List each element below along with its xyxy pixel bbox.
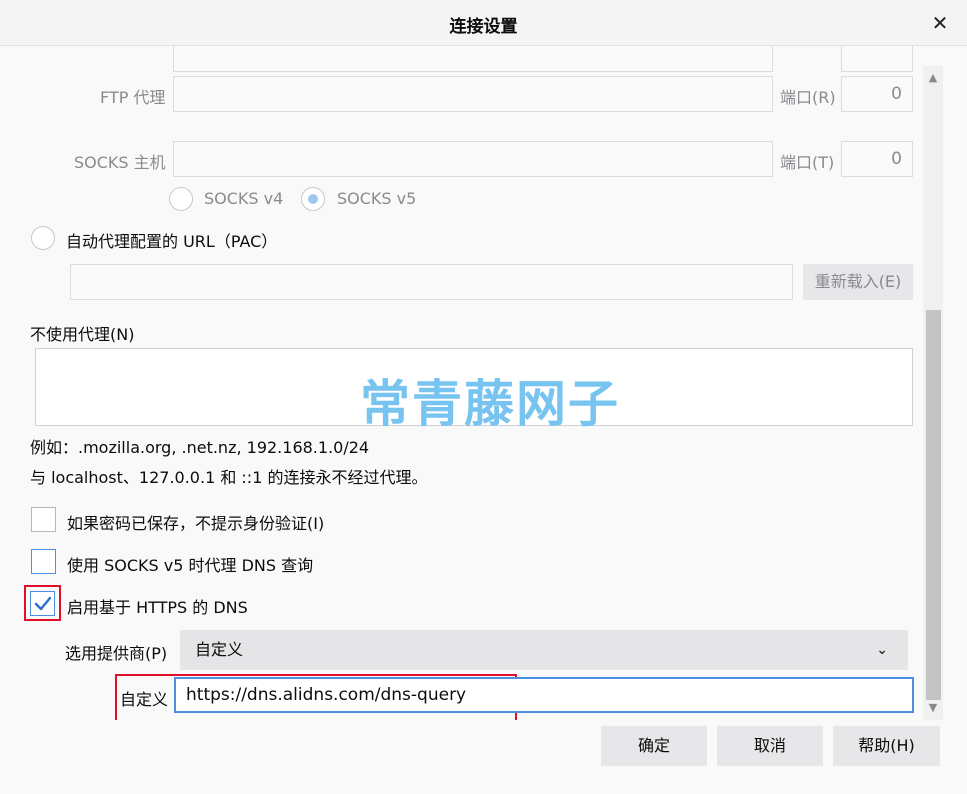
- reload-button[interactable]: 重新载入(E): [803, 264, 913, 300]
- socks-v5-radio[interactable]: [301, 187, 325, 211]
- dialog-title: 连接设置: [449, 17, 518, 37]
- custom-url-input[interactable]: https://dns.alidns.com/dns-query: [174, 677, 914, 713]
- scroll-down-icon[interactable]: ▼: [923, 698, 943, 718]
- pac-radio[interactable]: [31, 226, 55, 250]
- socks-dns-label: 使用 SOCKS v5 时代理 DNS 查询: [67, 556, 314, 575]
- close-icon[interactable]: ✕: [925, 8, 955, 38]
- scrollbar[interactable]: ▲ ▼: [923, 66, 943, 720]
- clipped-port-field: [841, 46, 913, 72]
- scroll-up-icon[interactable]: ▲: [923, 68, 943, 88]
- checkmark-icon: [34, 596, 52, 611]
- dialog-content: FTP 代理 端口(R) 0 SOCKS 主机 端口(T) 0 SOCKS v4…: [0, 46, 923, 720]
- socks-port-label: 端口(T): [780, 153, 835, 172]
- provider-selected-value: 自定义: [195, 640, 244, 659]
- socks-port-input[interactable]: 0: [841, 141, 913, 177]
- socks-v4-label: SOCKS v4: [204, 189, 284, 208]
- socks-v4-radio[interactable]: [169, 187, 193, 211]
- cancel-button[interactable]: 取消: [717, 726, 823, 766]
- ok-button[interactable]: 确定: [601, 726, 707, 766]
- save-password-label: 如果密码已保存，不提示身份验证(I): [67, 514, 325, 533]
- pac-label: 自动代理配置的 URL（PAC）: [66, 232, 278, 251]
- ftp-host-input[interactable]: [173, 76, 773, 112]
- socks-host-label: SOCKS 主机: [74, 153, 166, 172]
- provider-label: 选用提供商(P): [65, 644, 168, 663]
- scrollbar-thumb[interactable]: [926, 310, 941, 700]
- save-password-checkbox[interactable]: [31, 507, 56, 532]
- no-proxy-label: 不使用代理(N): [30, 325, 135, 344]
- custom-label: 自定义: [120, 690, 169, 709]
- watermark: 常青藤网子: [360, 375, 620, 433]
- pac-url-input[interactable]: [70, 264, 793, 300]
- ftp-port-input[interactable]: 0: [841, 76, 913, 112]
- connection-settings-dialog: 连接设置 ✕ FTP 代理 端口(R) 0 SOCKS 主机 端口(T) 0 S…: [0, 0, 967, 794]
- https-dns-checkbox[interactable]: [30, 591, 55, 616]
- ftp-proxy-label: FTP 代理: [100, 88, 166, 107]
- provider-select[interactable]: 自定义 ⌄: [180, 630, 908, 670]
- chevron-down-icon: ⌄: [876, 642, 888, 658]
- title-bar: 连接设置 ✕: [0, 0, 967, 46]
- help-button[interactable]: 帮助(H): [833, 726, 940, 766]
- no-proxy-note: 与 localhost、127.0.0.1 和 ::1 的连接永不经过代理。: [30, 468, 428, 487]
- socks-v5-label: SOCKS v5: [337, 189, 417, 208]
- socks-dns-checkbox[interactable]: [31, 549, 56, 574]
- ftp-port-label: 端口(R): [780, 88, 836, 107]
- clipped-host-field: [173, 46, 773, 72]
- no-proxy-example: 例如：.mozilla.org, .net.nz, 192.168.1.0/24: [30, 438, 370, 457]
- https-dns-label: 启用基于 HTTPS 的 DNS: [67, 598, 248, 617]
- socks-host-input[interactable]: [173, 141, 773, 177]
